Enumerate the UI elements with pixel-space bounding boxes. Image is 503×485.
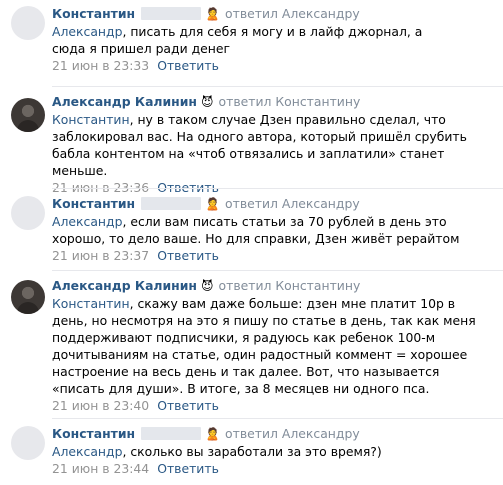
replied-to-link[interactable]: ответил Александру [225,426,360,441]
redacted-surname [141,427,202,440]
comment-text: Александр, если вам писать статьи за 70 … [52,213,492,247]
avatar[interactable] [11,426,45,460]
author-name[interactable]: Константин [52,6,135,21]
comment-date[interactable]: 21 июн в 23:33 [52,58,149,73]
comment-body: Константин 🙎 ответил Александру Александр,… [52,0,495,74]
comment-text: Константин, ну в таком случае Дзен прави… [52,111,482,179]
reply-button[interactable]: Ответить [157,248,219,263]
avatar[interactable] [11,196,45,230]
reply-button[interactable]: Ответить [157,58,219,73]
comment-body: Константин 🙎 ответил Александру Александр,… [52,420,495,477]
comment-header: Александр Калинин 😈 ответил Константину [52,278,495,294]
divider [52,270,503,271]
comment-header: Константин 🙎 ответил Александру [52,6,495,22]
comment-message: , сколько вы заработали за это время?) [122,444,382,459]
replied-to-link[interactable]: ответил Александру [225,196,360,211]
comment-header: Александр Калинин 😈 ответил Константину [52,94,495,110]
author-name[interactable]: Константин [52,426,135,441]
mention-link[interactable]: Константин [52,296,130,311]
avatar[interactable] [11,98,45,132]
comment-body: Александр Калинин 😈 ответил Константину Ко… [52,272,495,414]
comment-text: Александр, сколько вы заработали за это … [52,443,492,460]
divider [52,418,503,419]
comment-thread: Константин 🙎 ответил Александру Александр,… [0,0,503,485]
comment-header: Константин 🙎 ответил Александру [52,196,495,212]
redacted-surname [141,197,202,210]
avatar[interactable] [11,280,45,314]
person-emoji-icon: 🙎 [205,7,221,21]
mention-link[interactable]: Александр [52,214,122,229]
author-name[interactable]: Константин [52,196,135,211]
replied-to-link[interactable]: ответил Константину [219,94,361,109]
comment-body: Александр Калинин 😈 ответил Константину Ко… [52,88,495,196]
comment-date[interactable]: 21 июн в 23:40 [52,398,149,413]
comment-date[interactable]: 21 июн в 23:44 [52,461,149,476]
avatar[interactable] [11,6,45,40]
devil-emoji-icon: 😈 [201,95,214,109]
comment-text: Константин, скажу вам даже больше: дзен … [52,295,492,397]
comment-body: Константин 🙎 ответил Александру Александр,… [52,190,495,264]
reply-button[interactable]: Ответить [157,398,219,413]
mention-link[interactable]: Александр [52,444,122,459]
author-name[interactable]: Александр Калинин [52,278,197,293]
comment-footer: 21 июн в 23:40 Ответить [52,398,495,414]
comment-footer: 21 июн в 23:44 Ответить [52,461,495,477]
divider [52,86,503,87]
devil-emoji-icon: 😈 [201,279,214,293]
comment-message: , скажу вам даже больше: дзен мне платит… [52,296,476,396]
reply-button[interactable]: Ответить [157,461,219,476]
redacted-surname [141,7,202,20]
comment-header: Константин 🙎 ответил Александру [52,426,495,442]
comment-footer: 21 июн в 23:37 Ответить [52,248,495,264]
person-emoji-icon: 🙎 [205,427,221,441]
replied-to-link[interactable]: ответил Александру [225,6,360,21]
author-name[interactable]: Александр Калинин [52,94,197,109]
mention-link[interactable]: Александр [52,24,122,39]
mention-link[interactable]: Константин [52,112,130,127]
replied-to-link[interactable]: ответил Константину [219,278,361,293]
comment-footer: 21 июн в 23:33 Ответить [52,58,495,74]
divider [52,188,503,189]
comment-date[interactable]: 21 июн в 23:37 [52,248,149,263]
comment-text: Александр, писать для себя я могу и в ла… [52,23,447,57]
person-emoji-icon: 🙎 [205,197,221,211]
